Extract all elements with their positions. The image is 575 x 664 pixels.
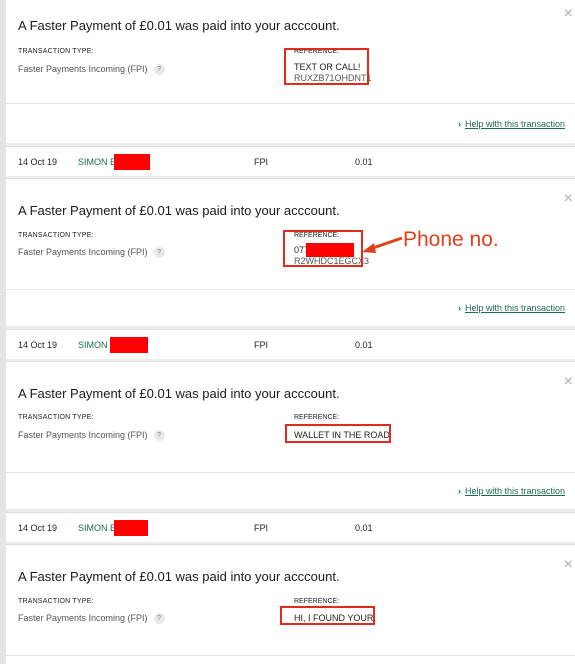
row-payee: SIMON E [78,523,117,533]
transaction-type-label: TRANSACTION TYPE: [18,48,94,55]
row-type: FPI [254,157,269,167]
transaction-type-value: Faster Payments Incoming (FPI)? [18,430,165,442]
card-title: A Faster Payment of £0.01 was paid into … [18,386,340,401]
transaction-row[interactable]: 14 Oct 19 SIMON FPI 0.01 [6,329,575,359]
redaction-box [110,337,148,353]
help-icon[interactable]: ? [153,64,165,76]
redaction-box [114,154,150,170]
reference-highlight-box [284,48,369,85]
row-date: 14 Oct 19 [18,523,58,533]
card-divider [6,655,575,656]
reference-highlight-box [283,230,363,267]
reference-highlight-box [280,606,375,625]
chevron-right-icon: › [458,486,461,496]
transaction-row[interactable]: 14 Oct 19 SIMON E FPI 0.01 [6,512,575,542]
row-payee: SIMON [78,340,108,350]
card-title: A Faster Payment of £0.01 was paid into … [18,203,340,218]
close-icon[interactable]: × [564,374,573,390]
close-icon[interactable]: × [564,6,573,22]
help-with-transaction-link[interactable]: › Help with this transaction [458,119,565,129]
reference-highlight-box [285,424,391,443]
transaction-type-label: TRANSACTION TYPE: [18,414,94,421]
chevron-right-icon: › [458,303,461,313]
transaction-detail-card-4: A Faster Payment of £0.01 was paid into … [6,544,575,664]
reference-label: REFERENCE: [294,414,340,421]
help-icon[interactable]: ? [153,613,165,625]
card-divider [6,289,575,290]
close-icon[interactable]: × [564,191,573,207]
row-amount: 0.01 [355,157,373,167]
transaction-type-value: Faster Payments Incoming (FPI)? [18,64,165,76]
help-icon[interactable]: ? [153,430,165,442]
transaction-type-value: Faster Payments Incoming (FPI)? [18,613,165,625]
row-date: 14 Oct 19 [18,157,58,167]
help-with-transaction-link[interactable]: › Help with this transaction [458,303,565,313]
card-title: A Faster Payment of £0.01 was paid into … [18,569,340,584]
row-type: FPI [254,340,269,350]
redaction-box [114,520,148,536]
transaction-type-label: TRANSACTION TYPE: [18,232,94,239]
help-with-transaction-link[interactable]: › Help with this transaction [458,486,565,496]
phone-number-annotation: Phone no. [403,228,499,251]
card-divider [6,472,575,473]
transaction-type-label: TRANSACTION TYPE: [18,598,94,605]
row-date: 14 Oct 19 [18,340,58,350]
help-icon[interactable]: ? [153,247,165,259]
chevron-right-icon: › [458,119,461,129]
row-type: FPI [254,523,269,533]
transaction-type-value: Faster Payments Incoming (FPI)? [18,247,165,259]
close-icon[interactable]: × [564,557,573,573]
card-title: A Faster Payment of £0.01 was paid into … [18,18,340,33]
row-amount: 0.01 [355,523,373,533]
row-amount: 0.01 [355,340,373,350]
reference-label: REFERENCE: [294,598,340,605]
transaction-row[interactable]: 14 Oct 19 SIMON E FPI 0.01 [6,146,575,176]
card-divider [6,103,575,104]
row-payee: SIMON E [78,157,117,167]
arrow-icon [362,236,403,253]
